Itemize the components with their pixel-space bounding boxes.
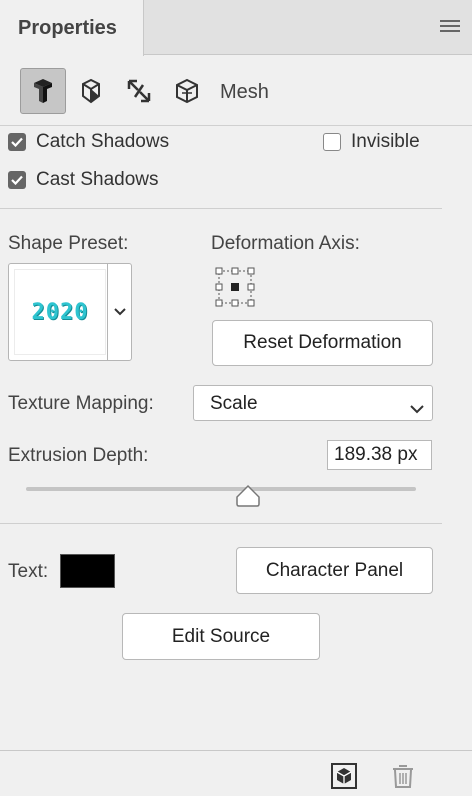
- deformation-axis-label: Deformation Axis:: [211, 233, 360, 254]
- trash-icon[interactable]: [390, 763, 416, 789]
- text-color-swatch[interactable]: [60, 554, 115, 588]
- shape-preset-picker[interactable]: 2020: [8, 263, 132, 361]
- invisible-checkbox[interactable]: [323, 133, 341, 151]
- extrusion-depth-label: Extrusion Depth:: [8, 445, 149, 466]
- texture-mapping-value: Scale: [210, 393, 258, 414]
- panel-footer: [0, 750, 472, 796]
- chevron-down-icon: [410, 398, 424, 420]
- invisible-row[interactable]: Invisible: [323, 131, 420, 153]
- toolbar-mesh-label: Mesh: [220, 81, 269, 103]
- extrusion-depth-slider-thumb[interactable]: [235, 484, 261, 508]
- hamburger-menu-icon[interactable]: [440, 20, 460, 34]
- 3d-object-icon[interactable]: [20, 68, 66, 114]
- texture-mapping-select[interactable]: Scale: [193, 385, 433, 421]
- edit-source-button[interactable]: Edit Source: [122, 613, 320, 660]
- shape-preset-thumbnail[interactable]: 2020: [14, 269, 106, 355]
- deformation-axis-icon[interactable]: [215, 267, 255, 307]
- character-panel-button[interactable]: Character Panel: [236, 547, 433, 594]
- extrusion-depth-input[interactable]: 189.38 px: [327, 440, 432, 470]
- section-divider: [0, 523, 442, 524]
- text-color-label: Text:: [8, 561, 49, 582]
- catch-shadows-checkbox[interactable]: [8, 133, 26, 151]
- cast-shadows-row[interactable]: Cast Shadows: [8, 169, 159, 191]
- shape-preset-label: Shape Preset:: [8, 233, 129, 254]
- properties-toolbar: Mesh: [0, 56, 472, 126]
- invisible-label: Invisible: [351, 131, 420, 152]
- cast-shadows-checkbox[interactable]: [8, 171, 26, 189]
- render-icon[interactable]: [331, 763, 357, 789]
- panel-tab-bar: Properties: [0, 0, 472, 56]
- chevron-down-icon[interactable]: [107, 264, 131, 360]
- section-divider: [0, 208, 442, 209]
- extrusion-depth-slider[interactable]: [26, 487, 416, 491]
- shape-preset-preview-text: 2020: [31, 299, 89, 325]
- 3d-coordinates-icon[interactable]: [164, 68, 210, 114]
- texture-mapping-label: Texture Mapping:: [8, 393, 154, 414]
- tab-title: Properties: [18, 17, 117, 39]
- reset-deformation-button[interactable]: Reset Deformation: [212, 320, 433, 366]
- tab-properties[interactable]: Properties: [0, 0, 144, 56]
- 3d-deform-icon[interactable]: [68, 68, 114, 114]
- cast-shadows-label: Cast Shadows: [36, 169, 159, 190]
- catch-shadows-row[interactable]: Catch Shadows: [8, 131, 169, 153]
- catch-shadows-label: Catch Shadows: [36, 131, 170, 152]
- 3d-cap-icon[interactable]: [116, 68, 162, 114]
